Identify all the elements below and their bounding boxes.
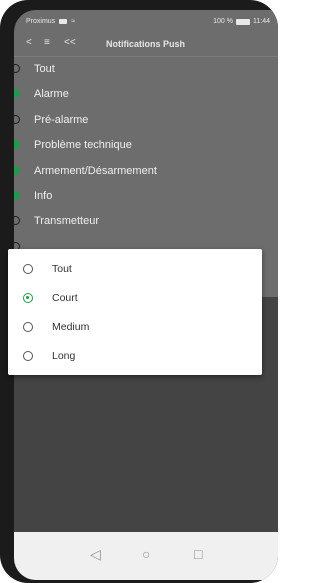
carrier-label: Proximus: [26, 18, 56, 25]
square-recents-icon[interactable]: □: [194, 546, 202, 562]
dialog-option[interactable]: Long: [8, 342, 262, 371]
radio-button[interactable]: [23, 293, 33, 303]
toggle-indicator[interactable]: [14, 114, 20, 124]
toggle-indicator[interactable]: [14, 64, 20, 73]
list-item[interactable]: Tout: [14, 57, 278, 82]
battery-percent: 100 %: [213, 18, 233, 25]
radio-button[interactable]: [23, 264, 33, 274]
list-item-label: Pré-alarme: [34, 113, 89, 126]
list-item[interactable]: Transmetteur: [14, 209, 278, 234]
status-right: 100 % 11:44: [213, 18, 270, 25]
list-item[interactable]: Info: [14, 184, 278, 209]
toggle-indicator[interactable]: [14, 190, 20, 200]
app-bar: < ≡ << Notifications Push: [14, 34, 278, 57]
signal-icon: [59, 19, 68, 24]
clock: 11:44: [253, 18, 270, 25]
option-label: Medium: [52, 321, 90, 333]
system-nav-bar: ◁ ○ □: [14, 532, 278, 580]
list-item-label: Armement/Désarmement: [34, 164, 157, 177]
back-chevron-icon[interactable]: <: [26, 37, 32, 48]
toggle-indicator[interactable]: [14, 216, 20, 226]
radio-button[interactable]: [23, 322, 33, 332]
choice-dialog: Tout Court Medium Long: [8, 249, 262, 375]
list-item[interactable]: Alarme: [14, 82, 278, 107]
list-item-label: Transmetteur: [34, 215, 100, 228]
option-label: Tout: [52, 263, 72, 275]
list-item[interactable]: Armement/Désarmement: [14, 159, 278, 184]
dialog-option[interactable]: Court: [8, 284, 262, 313]
list-item[interactable]: Problème technique: [14, 133, 278, 158]
dialog-option[interactable]: Tout: [8, 255, 262, 284]
status-bar: Proximus ≈ 100 % 11:44: [14, 10, 278, 34]
toggle-indicator[interactable]: [14, 89, 20, 99]
double-chevron-left-icon[interactable]: <<: [64, 37, 76, 48]
radio-button[interactable]: [23, 351, 33, 361]
toggle-indicator[interactable]: [14, 140, 20, 150]
list-item-label: Alarme: [34, 88, 69, 101]
circle-home-icon[interactable]: ○: [142, 546, 150, 562]
list-item-label: Info: [34, 189, 53, 202]
dialog-option[interactable]: Medium: [8, 313, 262, 342]
list-item-label: Tout: [34, 63, 55, 75]
wifi-icon: ≈: [71, 18, 76, 25]
option-label: Long: [52, 350, 76, 362]
toggle-indicator[interactable]: [14, 165, 20, 175]
page-title: Notifications Push: [106, 39, 186, 49]
menu-icon[interactable]: ≡: [44, 37, 50, 48]
triangle-back-icon[interactable]: ◁: [90, 546, 101, 563]
status-left: Proximus ≈: [26, 18, 75, 25]
battery-icon: [236, 18, 250, 25]
list-item[interactable]: Pré-alarme: [14, 108, 278, 133]
option-label: Court: [52, 292, 78, 304]
list-item-label: Problème technique: [34, 139, 132, 152]
phone-frame: Proximus ≈ 100 % 11:44 < ≡ << Notificati…: [0, 0, 278, 583]
